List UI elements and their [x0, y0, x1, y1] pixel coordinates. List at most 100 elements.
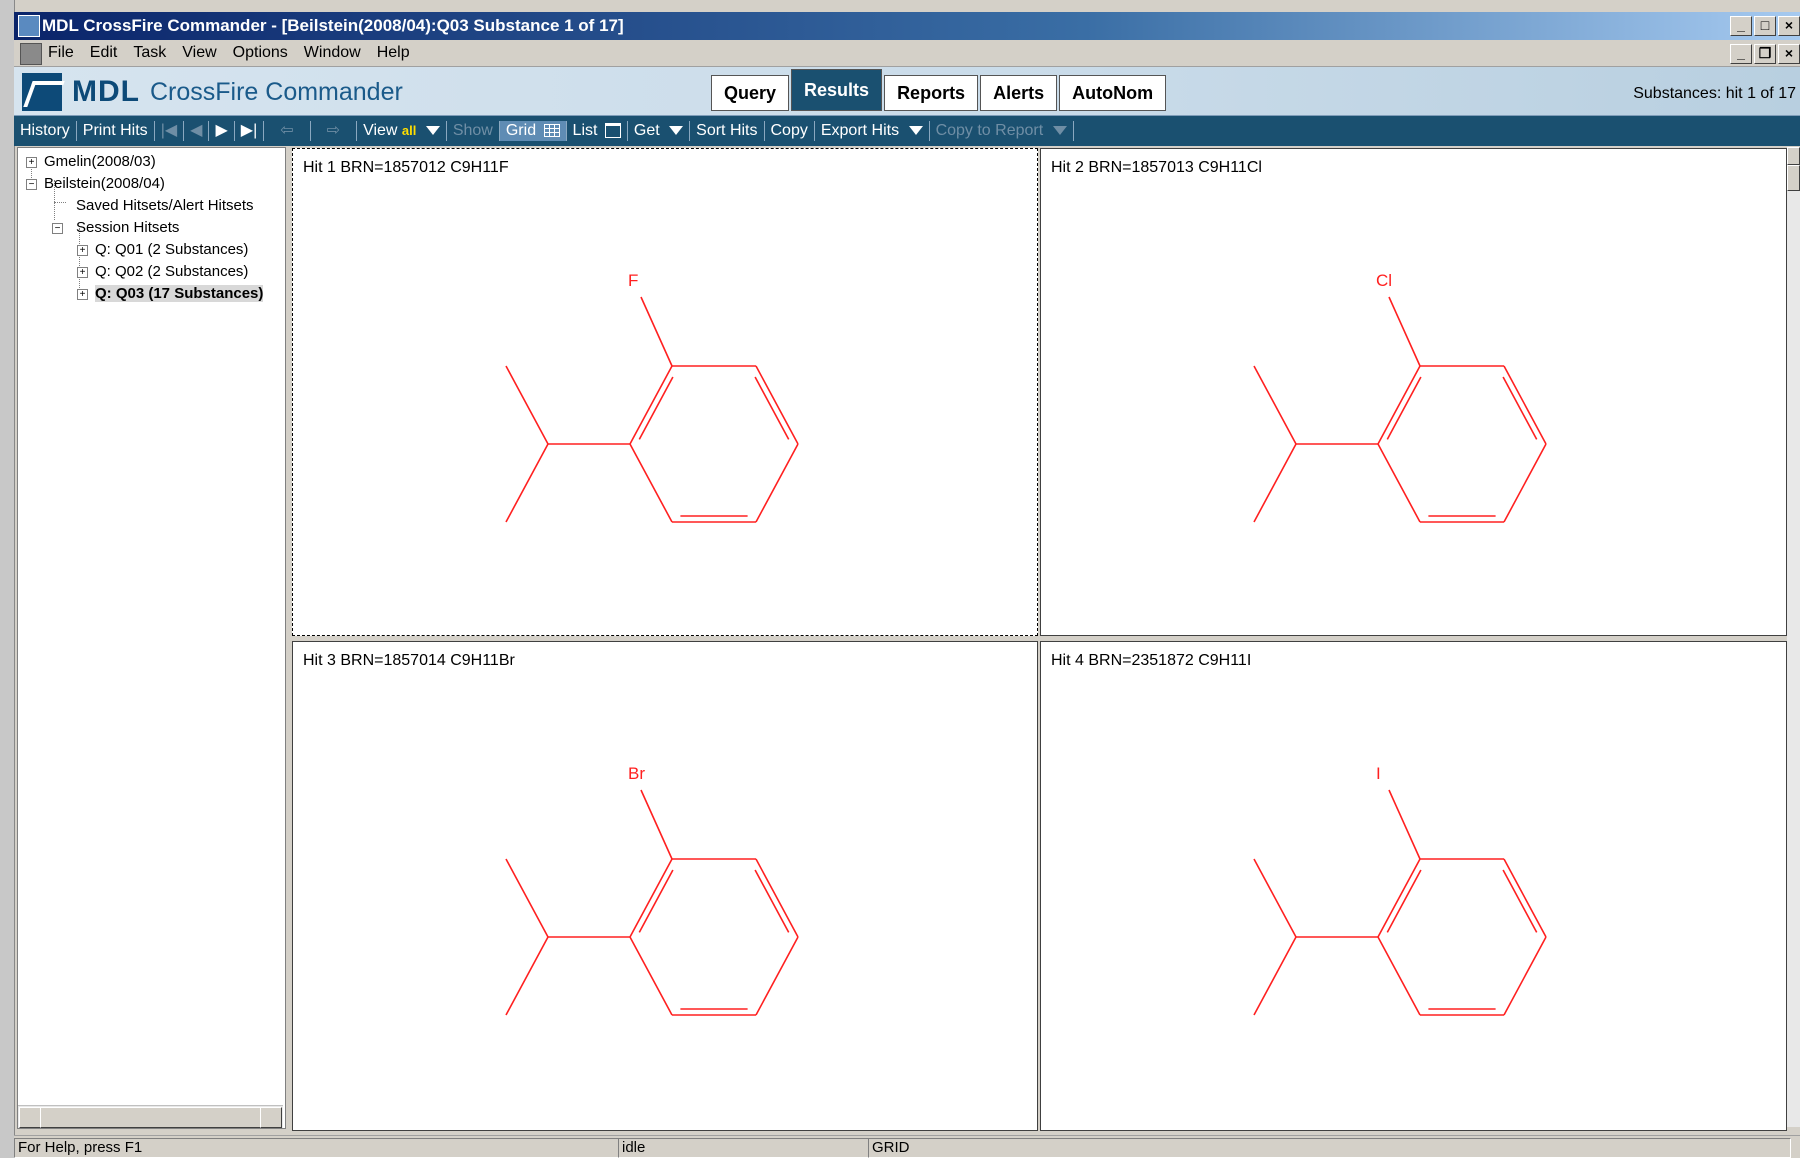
double-bond-line [1386, 376, 1422, 440]
menu-edit[interactable]: Edit [90, 44, 118, 62]
hit-panel-4[interactable]: Hit 4 BRN=2351872 C9H11I I [1040, 641, 1787, 1131]
expand-icon[interactable]: + [77, 267, 88, 278]
double-bond-line [1386, 869, 1422, 933]
tree-item-label: Q: Q01 (2 Substances) [95, 241, 249, 258]
sort-hits-button[interactable]: Sort Hits [690, 121, 765, 141]
back-arrow-icon[interactable]: ⇦ [264, 121, 311, 141]
bond-line [505, 443, 549, 523]
export-hits-label: Export Hits [820, 122, 900, 139]
halogen-label: Cl [1376, 271, 1392, 290]
bond-line [1377, 936, 1421, 1016]
tab-reports[interactable]: Reports [884, 75, 979, 111]
view-dropdown[interactable]: View all [357, 121, 447, 141]
expand-icon[interactable]: + [26, 157, 37, 168]
tree-item-saved-hitsets[interactable]: Saved Hitsets/Alert Hitsets [76, 196, 254, 216]
bond-line [755, 365, 799, 445]
copy-to-report-dropdown[interactable]: Copy to Report [930, 121, 1074, 141]
menu-options[interactable]: Options [233, 44, 288, 62]
bond-line [1503, 443, 1547, 523]
status-help: For Help, press F1 [14, 1138, 619, 1158]
view-label: View [363, 122, 398, 139]
tab-autonom[interactable]: AutoNom [1059, 75, 1167, 111]
expand-icon[interactable]: + [77, 245, 88, 256]
history-button[interactable]: History [14, 121, 77, 141]
grid-view-button[interactable]: Grid [499, 121, 567, 141]
copy-button[interactable]: Copy [765, 121, 815, 141]
bond-line [505, 936, 549, 1016]
hit-panel-2[interactable]: Hit 2 BRN=1857013 C9H11Cl Cl [1040, 148, 1787, 636]
forward-arrow-icon[interactable]: ⇨ [311, 121, 358, 141]
close-button[interactable]: × [1778, 16, 1800, 36]
menu-view[interactable]: View [182, 44, 216, 62]
tab-alerts[interactable]: Alerts [980, 75, 1058, 111]
title-bar[interactable]: MDL CrossFire Commander - [Beilstein(200… [14, 12, 1800, 40]
tree-item-q02[interactable]: + Q: Q02 (2 Substances) [77, 262, 248, 282]
tree-item-session-hitsets[interactable]: − Session Hitsets [52, 218, 179, 238]
mdi-minimize-button[interactable]: _ [1730, 44, 1752, 64]
tree-horizontal-scrollbar[interactable] [18, 1105, 283, 1128]
bond-line [1503, 365, 1547, 445]
scroll-thumb[interactable] [40, 1107, 262, 1128]
collapse-icon[interactable]: − [26, 179, 37, 190]
bond-line [505, 365, 549, 445]
bond-line [629, 858, 673, 938]
print-hits-button[interactable]: Print Hits [77, 121, 155, 141]
menu-task[interactable]: Task [133, 44, 166, 62]
structure-drawing: I [1253, 764, 1547, 1016]
collapse-icon[interactable]: − [52, 223, 63, 234]
list-view-button[interactable]: List [567, 121, 628, 141]
menu-bar: File Edit Task View Options Window Help … [14, 40, 1800, 67]
scroll-thumb[interactable] [1787, 165, 1800, 191]
previous-hit-icon[interactable]: ◀ [184, 121, 210, 141]
bond-line [629, 443, 673, 523]
tab-query[interactable]: Query [711, 75, 790, 111]
tab-results[interactable]: Results [791, 69, 883, 111]
scroll-right-icon[interactable] [260, 1107, 282, 1128]
view-value: all [401, 123, 417, 138]
structure-drawing: Br [505, 764, 799, 1016]
last-hit-icon[interactable]: ▶| [235, 121, 265, 141]
scroll-left-icon[interactable] [19, 1107, 41, 1128]
mdi-restore-button[interactable]: ❐ [1754, 44, 1776, 64]
menu-file[interactable]: File [48, 44, 74, 62]
bond-line [1253, 443, 1297, 523]
tree-item-label: Q: Q03 (17 Substances) [95, 285, 264, 302]
tree-item-label: Session Hitsets [76, 219, 180, 236]
scroll-up-icon[interactable] [1787, 147, 1800, 165]
expand-icon[interactable]: + [77, 289, 88, 300]
get-dropdown[interactable]: Get [628, 121, 691, 141]
minimize-button[interactable]: _ [1730, 16, 1752, 36]
structure-drawing: F [505, 271, 799, 523]
grid-vertical-scrollbar[interactable] [1787, 147, 1800, 1127]
menu-window[interactable]: Window [304, 44, 361, 62]
tree-item-q01[interactable]: + Q: Q01 (2 Substances) [77, 240, 248, 260]
document-icon[interactable] [20, 43, 42, 65]
halogen-label: I [1376, 764, 1381, 783]
tree-item-beilstein[interactable]: − Beilstein(2008/04) [26, 174, 165, 194]
banner: MDL CrossFire Commander Query Results Re… [14, 67, 1800, 116]
tree-item-label: Gmelin(2008/03) [44, 153, 156, 170]
hit-panel-3[interactable]: Hit 3 BRN=1857014 C9H11Br Br [292, 641, 1038, 1131]
window-title: MDL CrossFire Commander - [Beilstein(200… [42, 16, 624, 35]
tree-item-q03[interactable]: + Q: Q03 (17 Substances) [77, 284, 285, 304]
first-hit-icon[interactable]: |◀ [155, 121, 185, 141]
mdi-close-button[interactable]: × [1778, 44, 1800, 64]
next-hit-icon[interactable]: ▶ [209, 121, 235, 141]
bond-line [1377, 443, 1421, 523]
menu-help[interactable]: Help [377, 44, 410, 62]
maximize-button[interactable]: □ [1754, 16, 1776, 36]
halogen-bond-line [1388, 296, 1421, 367]
double-bond-line [1502, 376, 1538, 440]
hit-panel-1[interactable]: Hit 1 BRN=1857012 C9H11F F [292, 148, 1038, 636]
double-bond-line [1502, 869, 1538, 933]
chevron-down-icon [669, 126, 684, 136]
copy-to-report-label: Copy to Report [935, 122, 1044, 139]
grid-label: Grid [505, 122, 537, 139]
show-button[interactable]: Show [447, 121, 500, 141]
export-hits-dropdown[interactable]: Export Hits [815, 121, 930, 141]
bond-line [1253, 365, 1297, 445]
app-window: MDL CrossFire Commander - [Beilstein(200… [0, 0, 1800, 1158]
chevron-down-icon [908, 126, 923, 136]
halogen-label: Br [628, 764, 645, 783]
tree-item-gmelin[interactable]: + Gmelin(2008/03) [26, 152, 156, 172]
